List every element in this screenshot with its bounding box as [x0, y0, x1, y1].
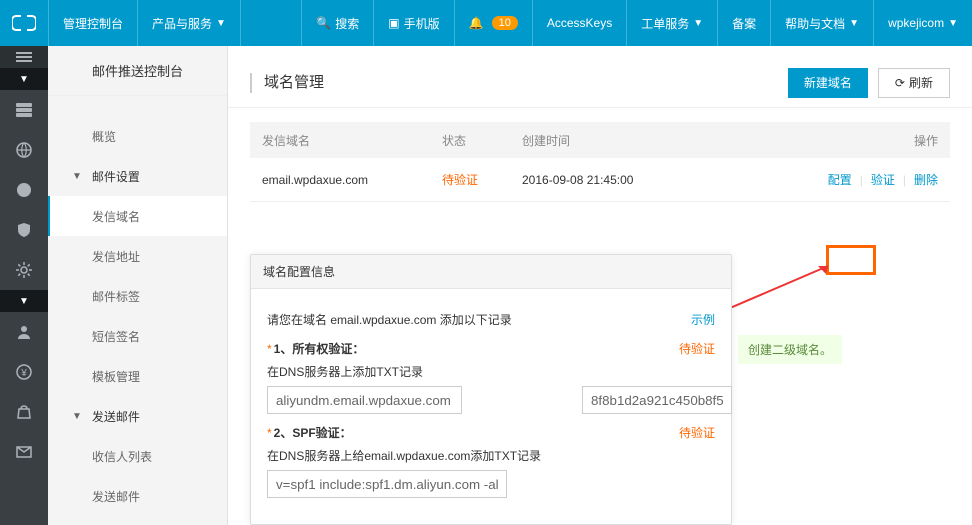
- op-config-link[interactable]: 配置: [828, 171, 852, 188]
- table-row: email.wpdaxue.com 待验证 2016-09-08 21:45:0…: [250, 158, 950, 202]
- cell-created: 2016-09-08 21:45:00: [512, 173, 788, 187]
- chevron-down-icon: ▼: [72, 171, 82, 182]
- domain-config-panel: 域名配置信息 请您在域名 email.wpdaxue.com 添加以下记录 示例…: [250, 254, 732, 525]
- search-icon: 🔍: [316, 16, 331, 30]
- section2-label: 2、SPF验证：: [274, 424, 352, 441]
- rail-dropdown-2[interactable]: ▼: [0, 290, 48, 312]
- rail-item-dns-icon[interactable]: [0, 170, 48, 210]
- chevron-down-icon: ▼: [849, 18, 859, 29]
- bell-icon: 🔔: [469, 16, 484, 30]
- section1-value-input[interactable]: [582, 386, 732, 414]
- sidebar-item-sender-address[interactable]: 发信地址: [48, 236, 227, 276]
- col-ops: 操作: [788, 132, 948, 149]
- chevron-down-icon: ▼: [693, 18, 703, 29]
- col-status: 状态: [432, 132, 512, 149]
- domain-table: 发信域名 状态 创建时间 操作 email.wpdaxue.com 待验证 20…: [250, 122, 950, 202]
- section2-desc: 在DNS服务器上给email.wpdaxue.com添加TXT记录: [267, 447, 715, 464]
- rail-item-shield-icon[interactable]: [0, 210, 48, 250]
- nav-help[interactable]: 帮助与文档▼: [771, 0, 873, 46]
- chevron-down-icon: ▼: [216, 18, 226, 29]
- op-delete-link[interactable]: 删除: [914, 171, 938, 188]
- rail-item-user-icon[interactable]: [0, 312, 48, 352]
- top-header: 管理控制台 产品与服务▼ 🔍搜索 ▣手机版 🔔 10 AccessKeys 工单服…: [0, 0, 972, 46]
- col-domain: 发信域名: [252, 132, 432, 149]
- rail-item-gear-icon[interactable]: [0, 250, 48, 290]
- section1-label: 1、所有权验证：: [274, 340, 365, 357]
- example-link[interactable]: 示例: [691, 311, 715, 328]
- brand-logo[interactable]: [0, 0, 48, 46]
- icon-rail: ▼ ▼ ¥: [0, 46, 48, 525]
- sidebar-item-mail-tags[interactable]: 邮件标签: [48, 276, 227, 316]
- page-title: 域名管理: [250, 73, 324, 93]
- sidebar-item-send-mail[interactable]: ▼发送邮件: [48, 396, 227, 436]
- panel-title: 域名配置信息: [251, 255, 731, 289]
- sidebar-title: 邮件推送控制台: [48, 46, 227, 96]
- new-domain-button[interactable]: 新建域名: [788, 68, 868, 98]
- nav-search[interactable]: 🔍搜索: [302, 0, 373, 46]
- rail-toggle[interactable]: [0, 46, 48, 68]
- nav-user[interactable]: wpkejicom▼: [874, 0, 972, 46]
- nav-tickets[interactable]: 工单服务▼: [627, 0, 717, 46]
- col-created: 创建时间: [512, 132, 788, 149]
- nav-mobile[interactable]: ▣手机版: [374, 0, 453, 46]
- alert-banner: 创建二级域名。: [738, 335, 842, 364]
- sidebar-item-sms-sign[interactable]: 短信签名: [48, 316, 227, 356]
- mobile-icon: ▣: [388, 16, 399, 30]
- sidebar-item-sender-domain[interactable]: 发信域名: [48, 196, 227, 236]
- sidebar-item-templates[interactable]: 模板管理: [48, 356, 227, 396]
- panel-hint: 请您在域名 email.wpdaxue.com 添加以下记录: [267, 311, 512, 328]
- sidebar-item-recipients[interactable]: 收信人列表: [48, 436, 227, 476]
- rail-item-yen-icon[interactable]: ¥: [0, 352, 48, 392]
- cell-domain: email.wpdaxue.com: [252, 173, 432, 187]
- rail-dropdown[interactable]: ▼: [0, 68, 48, 90]
- svg-text:¥: ¥: [20, 368, 27, 379]
- sidebar-item-send-mail-sub[interactable]: 发送邮件: [48, 476, 227, 516]
- refresh-button[interactable]: ⟳刷新: [878, 68, 950, 98]
- highlight-box: [826, 245, 876, 275]
- nav-accesskeys[interactable]: AccessKeys: [533, 0, 626, 46]
- refresh-icon: ⟳: [895, 76, 905, 90]
- sidebar-item-mail-settings[interactable]: ▼邮件设置: [48, 156, 227, 196]
- rail-item-globe-icon[interactable]: [0, 130, 48, 170]
- section1-host-input[interactable]: [267, 386, 462, 414]
- rail-item-mail-icon[interactable]: [0, 432, 48, 472]
- rail-item-bag-icon[interactable]: [0, 392, 48, 432]
- section1-status: 待验证: [679, 340, 715, 357]
- nav-products[interactable]: 产品与服务▼: [138, 0, 240, 46]
- notification-badge: 10: [492, 16, 518, 30]
- cell-status: 待验证: [432, 171, 512, 188]
- nav-notifications[interactable]: 🔔 10: [455, 0, 532, 46]
- nav-console[interactable]: 管理控制台: [49, 0, 137, 46]
- chevron-down-icon: ▼: [72, 411, 82, 422]
- sidebar-item-overview[interactable]: 概览: [48, 116, 227, 156]
- section1-desc: 在DNS服务器上添加TXT记录: [267, 363, 715, 380]
- rail-item-server-icon[interactable]: [0, 90, 48, 130]
- op-verify-link[interactable]: 验证: [871, 171, 895, 188]
- chevron-down-icon: ▼: [948, 18, 958, 29]
- section2-status: 待验证: [679, 424, 715, 441]
- nav-beian[interactable]: 备案: [718, 0, 770, 46]
- section2-value-input[interactable]: [267, 470, 507, 498]
- sidebar: 邮件推送控制台 概览 ▼邮件设置 发信域名 发信地址 邮件标签 短信签名 模板管…: [48, 46, 228, 525]
